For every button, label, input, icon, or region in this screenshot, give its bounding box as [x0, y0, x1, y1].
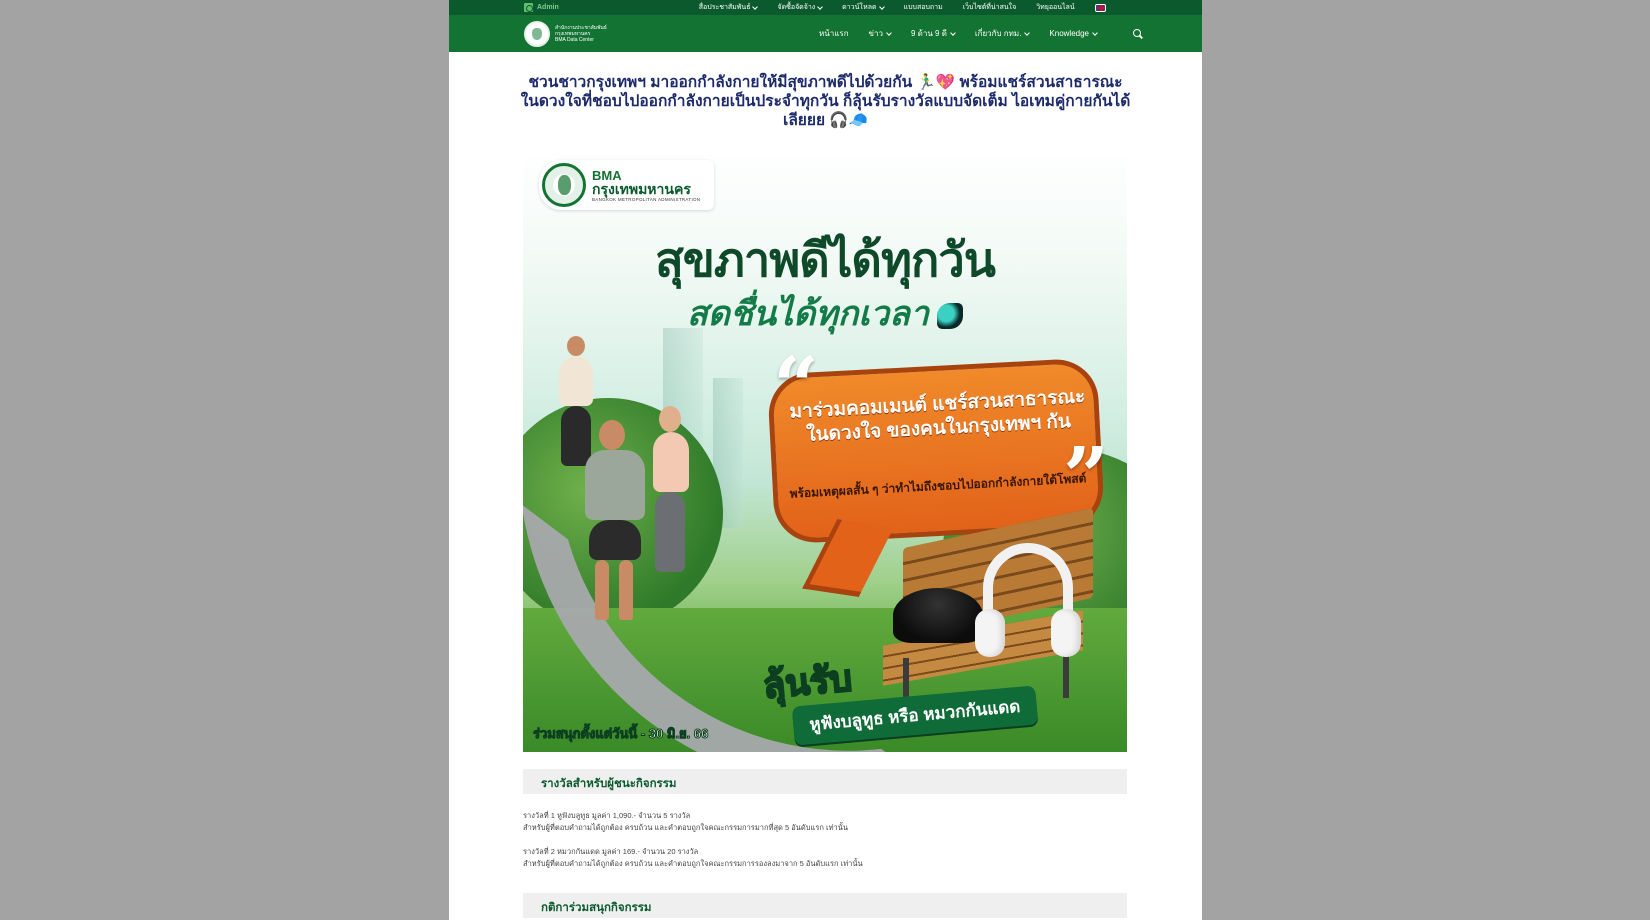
prize1-info: รางวัลที่ 1 หูฟังบลูทูธ มูลค่า 1,090.- จ… [523, 811, 848, 832]
admin-link[interactable]: Admin [524, 3, 559, 12]
top-links: สื่อประชาสัมพันธ์ จัดซื้อจัดจ้าง ดาวน์โห… [699, 2, 1075, 13]
logo-bma: BMA [592, 167, 622, 183]
main-navbar: สำนักงานประชาสัมพันธ์ กรุงเทพมหานคร BMA … [449, 15, 1202, 52]
rewards-section-header: รางวัลสำหรับผู้ชนะกิจกรรม [523, 769, 1127, 794]
nav-about[interactable]: เกี่ยวกับ กทม. [975, 27, 1031, 40]
prize2-info: รางวัลที่ 2 หมวกกันแดด มูลค่า 169.- จำนว… [523, 847, 863, 868]
toplink-media[interactable]: สื่อประชาสัมพันธ์ [699, 2, 759, 13]
chevron-down-icon [1092, 29, 1098, 36]
chevron-down-icon [950, 29, 956, 36]
chevron-down-icon [817, 3, 824, 10]
nav-knowledge[interactable]: Knowledge [1049, 29, 1098, 38]
toplink-survey[interactable]: แบบสอบถาม [904, 2, 943, 13]
page: Admin สื่อประชาสัมพันธ์ จัดซื้อจัดจ้าง ด… [449, 0, 1202, 920]
campaign-banner-image: BMA กรุงเทพมหานคร BANGKOK METROPOLITAN A… [523, 148, 1127, 752]
bma-seal-icon [524, 20, 550, 47]
chevron-down-icon [886, 29, 892, 36]
butterfly-icon [936, 302, 963, 329]
toplink-radio[interactable]: วิทยุออนไลน์ [1036, 2, 1074, 13]
nav-news[interactable]: ข่าว [869, 27, 892, 40]
toplink-download[interactable]: ดาวน์โหลด [842, 2, 885, 13]
chevron-down-icon [1024, 29, 1031, 36]
logo-thai: กรุงเทพมหานคร [592, 180, 691, 197]
logo-english: BANGKOK METROPOLITAN ADMINISTRATION [592, 196, 701, 202]
cap-icon [893, 588, 983, 643]
article-headline: ชวนชาวกรุงเทพฯ มาออกกำลังกายให้มีสุขภาพด… [520, 74, 1131, 129]
search-icon[interactable] [1133, 28, 1143, 39]
rules-section-header: กติการ่วมสนุกกิจกรรม [523, 893, 1127, 918]
admin-icon [524, 3, 533, 12]
nav-home[interactable]: หน้าแรก [819, 27, 849, 40]
toplink-websites[interactable]: เว็บไซต์ที่น่าสนใจ [963, 2, 1017, 13]
toplink-procurement[interactable]: จัดซื้อจัดจ้าง [777, 2, 824, 13]
banner-subtitle: สดชื่นได้ทุกเวลา [523, 286, 1127, 340]
campaign-dates: ร่วมสนุกตั้งแต่วันนี้ - 30 มิ.ย. 66 [532, 726, 709, 742]
uk-flag-icon[interactable] [1094, 3, 1106, 12]
bma-seal-icon [542, 163, 586, 207]
chevron-down-icon [752, 3, 759, 10]
admin-label: Admin [537, 4, 559, 11]
logo-text: สำนักงานประชาสัมพันธ์ กรุงเทพมหานคร BMA … [555, 24, 607, 43]
headphones-icon [975, 543, 1081, 657]
banner-bma-logo: BMA กรุงเทพมหานคร BANGKOK METROPOLITAN A… [539, 160, 715, 210]
nav-9-aspects[interactable]: 9 ด้าน 9 ดี [911, 27, 956, 40]
site-logo[interactable]: สำนักงานประชาสัมพันธ์ กรุงเทพมหานคร BMA … [524, 20, 619, 47]
rules-section-title: กติการ่วมสนุกกิจกรรม [541, 902, 652, 914]
main-nav: หน้าแรก ข่าว 9 ด้าน 9 ดี เกี่ยวกับ กทม. … [819, 27, 1143, 40]
top-utility-bar: Admin สื่อประชาสัมพันธ์ จัดซื้อจัดจ้าง ด… [449, 0, 1202, 15]
rewards-section-title: รางวัลสำหรับผู้ชนะกิจกรรม [541, 778, 677, 790]
chevron-down-icon [878, 3, 885, 10]
